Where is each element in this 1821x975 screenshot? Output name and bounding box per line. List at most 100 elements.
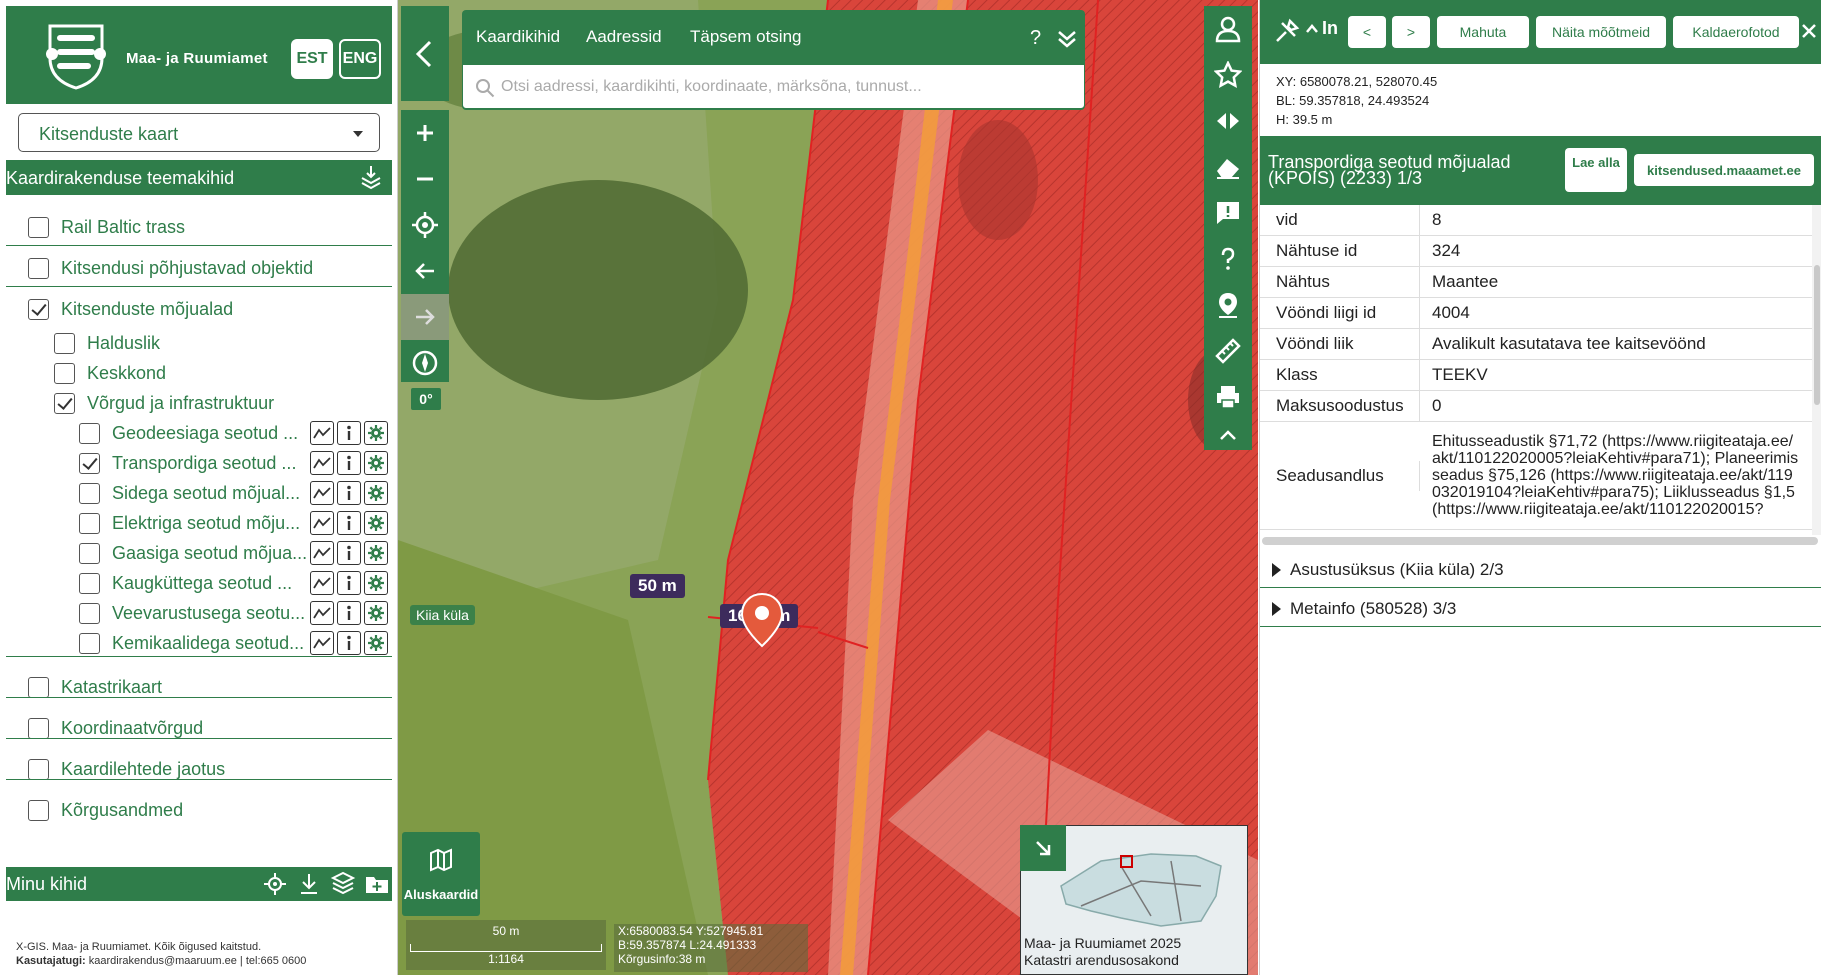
settings-icon[interactable] [364, 481, 388, 505]
info-icon[interactable] [337, 601, 361, 625]
back-button[interactable] [401, 248, 449, 294]
sublayer-2-row[interactable]: Võrgud ja infrastruktuur [54, 388, 274, 418]
feedback-button[interactable] [1204, 190, 1252, 236]
locate-layer-icon[interactable] [262, 871, 288, 897]
info-icon[interactable] [337, 631, 361, 655]
subsublayer-0-row[interactable]: Geodeesiaga seotud ... [79, 418, 298, 448]
help-button[interactable] [1204, 236, 1252, 282]
next-feature-button[interactable]: > [1392, 16, 1430, 48]
collapse-panel-button[interactable] [401, 6, 449, 101]
sublayer-1-checkbox[interactable] [54, 362, 75, 384]
chart-icon[interactable] [310, 601, 334, 625]
info-icon[interactable] [337, 541, 361, 565]
chart-icon[interactable] [310, 451, 334, 475]
settings-icon[interactable] [364, 571, 388, 595]
info-icon[interactable] [337, 571, 361, 595]
settings-icon[interactable] [364, 511, 388, 535]
collapse-layers-icon[interactable] [358, 164, 384, 190]
help-icon[interactable]: ? [1030, 27, 1041, 50]
settings-icon[interactable] [364, 541, 388, 565]
chart-icon[interactable] [310, 511, 334, 535]
layer-0-checkbox[interactable] [28, 216, 49, 238]
subsublayer-1-checkbox[interactable] [79, 452, 100, 474]
sublayer-0-checkbox[interactable] [54, 332, 75, 354]
chevron-up-icon[interactable] [1305, 22, 1319, 36]
folder-add-icon[interactable] [364, 871, 390, 897]
compass-button[interactable] [401, 340, 449, 386]
subsublayer-5-checkbox[interactable] [79, 572, 100, 594]
search-input[interactable]: Otsi aadressi, kaardikihti, koordinaate,… [462, 64, 1085, 109]
subsublayer-7-row[interactable]: Kemikaalidega seotud... [79, 628, 304, 658]
chart-icon[interactable] [310, 421, 334, 445]
layer-2-row[interactable]: Kitsenduste mõjualad [28, 294, 233, 324]
my-location-button[interactable] [401, 202, 449, 248]
fit-button[interactable]: Mahuta [1437, 16, 1529, 48]
minimap-toggle-button[interactable] [1020, 825, 1066, 871]
measure-button[interactable] [1204, 328, 1252, 374]
horizontal-scrollbar[interactable] [1262, 537, 1818, 545]
chart-icon[interactable] [310, 541, 334, 565]
section-settlement[interactable]: Asustusüksus (Kiia küla) 2/3 [1260, 550, 1821, 588]
sublayer-2-checkbox[interactable] [54, 392, 75, 414]
zoom-out-button[interactable] [401, 156, 449, 202]
subsublayer-7-checkbox[interactable] [79, 632, 100, 654]
chart-icon[interactable] [310, 631, 334, 655]
identify-tool-icon[interactable] [1274, 18, 1300, 44]
subsublayer-2-row[interactable]: Sidega seotud mõjual... [79, 478, 300, 508]
eraser-button[interactable] [1204, 144, 1252, 190]
vertical-scrollbar[interactable] [1812, 205, 1821, 535]
layers-add-icon[interactable] [330, 871, 356, 897]
tab-advanced-search[interactable]: Täpsem otsing [690, 27, 802, 47]
tab-map-layers[interactable]: Kaardikihid [476, 27, 560, 47]
double-chevron-down-icon[interactable] [1056, 28, 1078, 50]
download-icon[interactable] [296, 871, 322, 897]
sublayer-0-row[interactable]: Halduslik [54, 328, 160, 358]
subsublayer-1-row[interactable]: Transpordiga seotud ... [79, 448, 296, 478]
bottom-layer-3-row[interactable]: Kõrgusandmed [28, 795, 183, 825]
forward-button[interactable] [401, 294, 449, 340]
bottom-layer-2-checkbox[interactable] [28, 758, 49, 780]
subsublayer-5-row[interactable]: Kaugküttega seotud ... [79, 568, 292, 598]
lang-eng-button[interactable]: ENG [339, 39, 381, 79]
location-pin-icon[interactable] [740, 592, 784, 648]
subsublayer-4-row[interactable]: Gaasiga seotud mõjua... [79, 538, 307, 568]
layer-0-row[interactable]: Rail Baltic trass [28, 212, 185, 242]
sublayer-1-row[interactable]: Keskkond [54, 358, 166, 388]
settings-icon[interactable] [364, 631, 388, 655]
footer-support-contact[interactable]: kaardirakendus@maaruum.ee | tel:665 0600 [86, 955, 307, 967]
print-button[interactable] [1204, 374, 1252, 420]
subsublayer-6-row[interactable]: Veevarustusega seotu... [79, 598, 305, 628]
subsublayer-4-checkbox[interactable] [79, 542, 100, 564]
restrictions-link-button[interactable]: kitsendused.maaamet.ee [1634, 154, 1814, 186]
layer-2-checkbox[interactable] [28, 298, 49, 320]
chart-icon[interactable] [310, 571, 334, 595]
zoom-in-button[interactable] [401, 110, 449, 156]
favorites-button[interactable] [1204, 52, 1252, 98]
scrollbar-thumb[interactable] [1814, 265, 1820, 405]
show-measurements-button[interactable]: Näita mõõtmeid [1536, 16, 1666, 48]
bottom-layer-1-checkbox[interactable] [28, 717, 49, 739]
download-button[interactable]: Lae alla [1565, 148, 1627, 192]
compare-button[interactable] [1204, 98, 1252, 144]
section-metainfo[interactable]: Metainfo (580528) 3/3 [1260, 589, 1821, 627]
bottom-layer-3-checkbox[interactable] [28, 799, 49, 821]
base-maps-button[interactable]: Aluskaardid [402, 832, 480, 916]
place-marker-button[interactable] [1204, 282, 1252, 328]
info-icon[interactable] [337, 421, 361, 445]
tab-addresses[interactable]: Aadressid [586, 27, 662, 47]
prev-feature-button[interactable]: < [1348, 16, 1386, 48]
user-button[interactable] [1204, 6, 1252, 52]
oblique-photos-button[interactable]: Kaldaerofotod [1673, 16, 1799, 48]
subsublayer-6-checkbox[interactable] [79, 602, 100, 624]
info-icon[interactable] [337, 511, 361, 535]
settings-icon[interactable] [364, 451, 388, 475]
info-icon[interactable] [337, 451, 361, 475]
settings-icon[interactable] [364, 421, 388, 445]
subsublayer-3-row[interactable]: Elektriga seotud mõju... [79, 508, 300, 538]
layer-1-row[interactable]: Kitsendusi põhjustavad objektid [28, 253, 313, 283]
collapse-toolbar-button[interactable] [1204, 420, 1252, 450]
map-type-select[interactable]: Kitsenduste kaart [18, 113, 380, 152]
chart-icon[interactable] [310, 481, 334, 505]
lang-est-button[interactable]: EST [291, 39, 333, 79]
subsublayer-0-checkbox[interactable] [79, 422, 100, 444]
